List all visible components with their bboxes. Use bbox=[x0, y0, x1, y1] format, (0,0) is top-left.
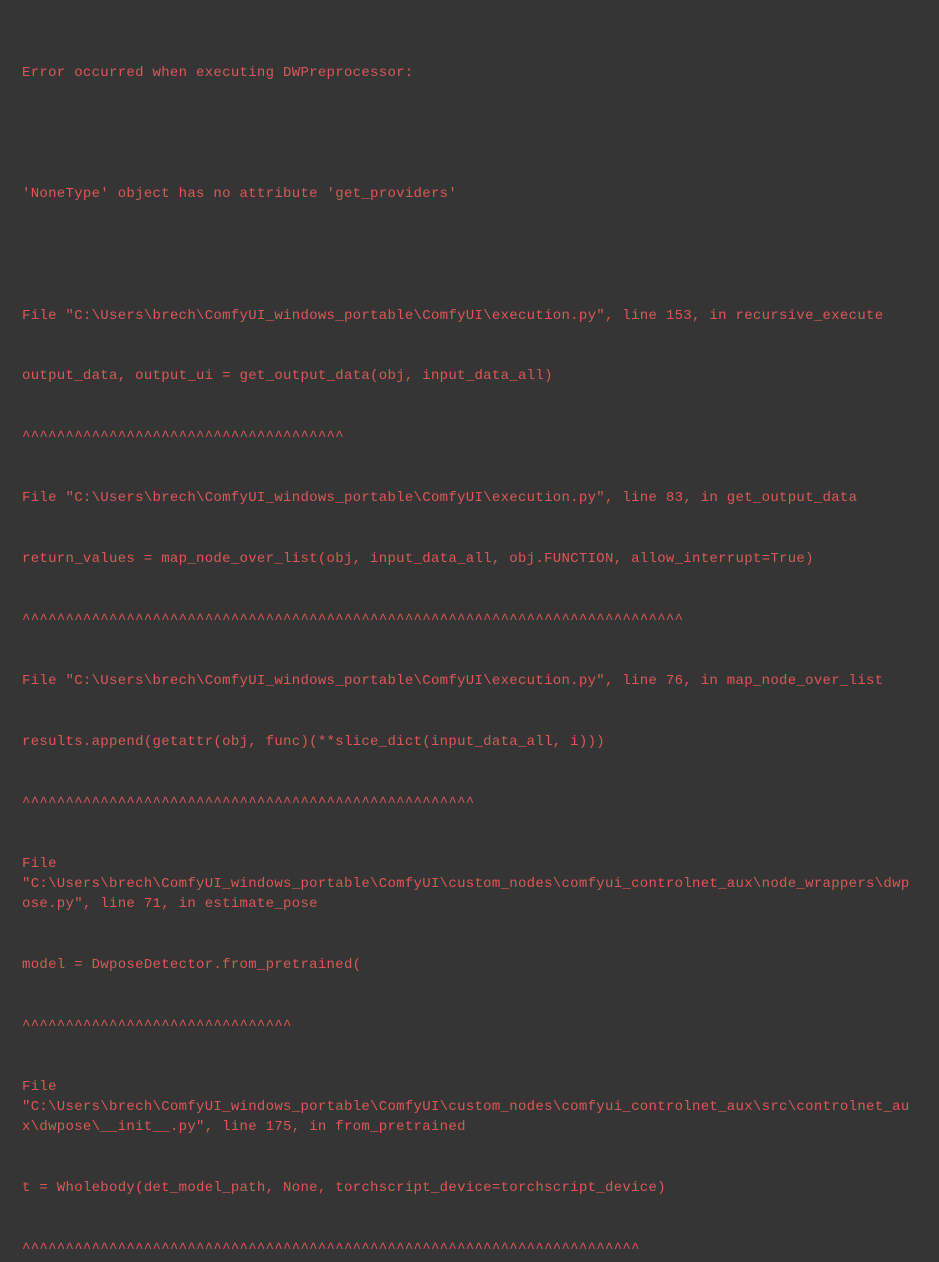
traceback-frame-carets: ^^^^^^^^^^^^^^^^^^^^^^^^^^^^^^^^^^^^^ bbox=[22, 427, 917, 447]
traceback-frame-file: File "C:\Users\brech\ComfyUI_windows_por… bbox=[22, 488, 917, 508]
error-traceback: Error occurred when executing DWPreproce… bbox=[22, 22, 917, 1262]
traceback-frame-carets: ^^^^^^^^^^^^^^^^^^^^^^^^^^^^^^^^^^^^^^^^… bbox=[22, 793, 917, 813]
traceback-frame-file: File "C:\Users\brech\ComfyUI_windows_por… bbox=[22, 671, 917, 691]
error-header: Error occurred when executing DWPreproce… bbox=[22, 63, 917, 83]
traceback-frame-carets: ^^^^^^^^^^^^^^^^^^^^^^^^^^^^^^^^^^^^^^^^… bbox=[22, 610, 917, 630]
traceback-frame-carets: ^^^^^^^^^^^^^^^^^^^^^^^^^^^^^^^^^^^^^^^^… bbox=[22, 1239, 917, 1259]
traceback-frame-file: File "C:\Users\brech\ComfyUI_windows_por… bbox=[22, 854, 917, 915]
traceback-frame-code: results.append(getattr(obj, func)(**slic… bbox=[22, 732, 917, 752]
traceback-frame-file: File "C:\Users\brech\ComfyUI_windows_por… bbox=[22, 306, 917, 326]
traceback-frame-file: File "C:\Users\brech\ComfyUI_windows_por… bbox=[22, 1077, 917, 1138]
traceback-frame-code: return_values = map_node_over_list(obj, … bbox=[22, 549, 917, 569]
traceback-frame-code: output_data, output_ui = get_output_data… bbox=[22, 366, 917, 386]
traceback-frame-code: model = DwposeDetector.from_pretrained( bbox=[22, 955, 917, 975]
traceback-frame-carets: ^^^^^^^^^^^^^^^^^^^^^^^^^^^^^^^ bbox=[22, 1016, 917, 1036]
error-message: 'NoneType' object has no attribute 'get_… bbox=[22, 184, 917, 204]
traceback-frame-code: t = Wholebody(det_model_path, None, torc… bbox=[22, 1178, 917, 1198]
